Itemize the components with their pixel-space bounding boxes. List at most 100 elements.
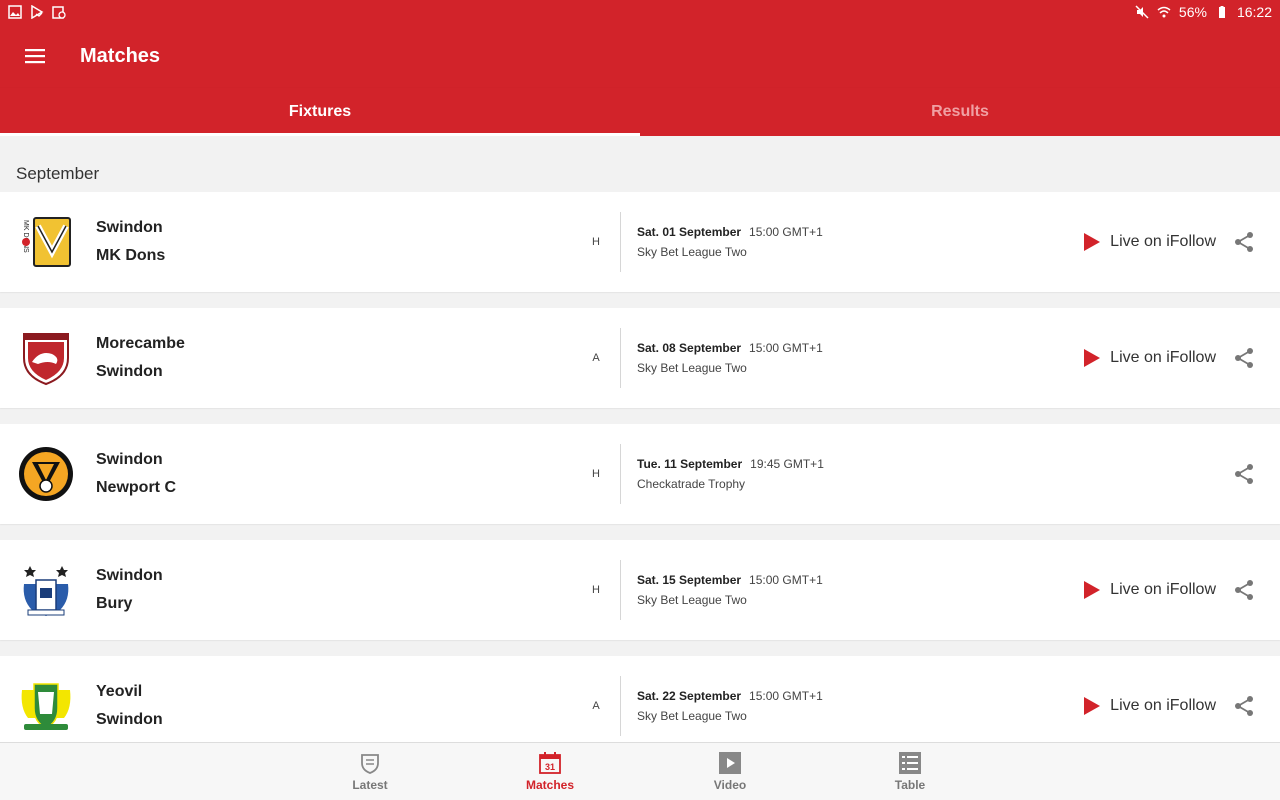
play-icon — [1084, 349, 1101, 367]
status-time: 16:22 — [1236, 4, 1272, 20]
live-label: Live on iFollow — [1110, 697, 1216, 714]
live-label: Live on iFollow — [1110, 233, 1216, 250]
away-team: Bury — [96, 595, 133, 612]
home-team: Swindon — [96, 451, 163, 468]
venue-indicator: H — [592, 468, 600, 480]
gallery-notification-icon — [8, 5, 22, 19]
nav-label: Video — [713, 777, 747, 792]
svg-text:MK DONS: MK DONS — [22, 220, 29, 253]
home-team: Swindon — [96, 567, 163, 584]
live-on-ifollow-button[interactable]: Live on iFollow — [1084, 349, 1216, 367]
nav-latest[interactable]: Latest — [280, 743, 460, 800]
nav-label: Matches — [525, 777, 575, 792]
competition: Sky Bet League Two — [637, 245, 747, 259]
live-on-ifollow-button[interactable]: Live on iFollow — [1084, 581, 1216, 599]
divider — [620, 444, 621, 504]
venue-indicator: A — [592, 352, 600, 364]
table-list-icon — [899, 751, 921, 774]
play-icon — [1084, 581, 1101, 599]
match-info: Sat. 22 September 15:00 GMT+1 Sky Bet Lea… — [637, 689, 1037, 723]
match-info: Sat. 01 September 15:00 GMT+1 Sky Bet Lea… — [637, 225, 1037, 259]
home-team: Morecambe — [96, 335, 185, 352]
nav-label: Table — [894, 777, 926, 792]
share-icon[interactable] — [1232, 462, 1256, 486]
divider — [620, 676, 621, 736]
teams: Swindon Bury — [96, 567, 576, 613]
teams: Swindon Newport C — [96, 451, 576, 497]
share-icon[interactable] — [1232, 694, 1256, 718]
play-icon — [1084, 697, 1101, 715]
teams: Yeovil Swindon — [96, 683, 576, 729]
competition: Checkatrade Trophy — [637, 477, 746, 491]
morecambe-crest-icon — [18, 330, 74, 386]
match-time: 19:45 GMT+1 — [750, 457, 824, 471]
bottom-navigation: Latest 31 Matches Video Table — [0, 742, 1280, 800]
match-info: Sat. 08 September 15:00 GMT+1 Sky Bet Lea… — [637, 341, 1037, 375]
fixtures-list[interactable]: September MK DONS Swindon MK Dons H Sat.… — [0, 136, 1280, 742]
battery-percent: 56% — [1178, 4, 1207, 20]
match-date: Sat. 22 September — [637, 689, 742, 703]
away-team: Newport C — [96, 479, 176, 496]
match-info: Sat. 15 September 15:00 GMT+1 Sky Bet Lea… — [637, 573, 1037, 607]
share-icon[interactable] — [1232, 578, 1256, 602]
teams: Swindon MK Dons — [96, 219, 576, 265]
venue-indicator: A — [592, 700, 600, 712]
nav-video[interactable]: Video — [640, 743, 820, 800]
match-row[interactable]: Morecambe Swindon A Sat. 08 September 15:… — [0, 308, 1280, 408]
mute-icon — [1135, 5, 1149, 19]
yeovil-town-crest-icon — [18, 678, 74, 734]
venue-indicator: H — [592, 584, 600, 596]
away-team: MK Dons — [96, 247, 166, 264]
away-team: Swindon — [96, 711, 163, 728]
live-on-ifollow-button[interactable]: Live on iFollow — [1084, 697, 1216, 715]
status-system: 56% 16:22 — [1135, 4, 1272, 20]
bury-crest-icon — [18, 562, 74, 618]
tab-results[interactable]: Results — [640, 88, 1280, 136]
calendar-icon: 31 — [539, 751, 561, 774]
match-date: Sat. 08 September — [637, 341, 742, 355]
calendar-day: 31 — [545, 762, 555, 772]
home-team: Yeovil — [96, 683, 143, 700]
competition: Sky Bet League Two — [637, 593, 747, 607]
mk-dons-crest-icon: MK DONS — [18, 214, 74, 270]
status-notifications — [8, 5, 66, 19]
teams: Morecambe Swindon — [96, 335, 576, 381]
match-time: 15:00 GMT+1 — [749, 689, 823, 703]
competition: Sky Bet League Two — [637, 361, 747, 375]
divider — [620, 560, 621, 620]
home-team: Swindon — [96, 219, 163, 236]
newport-county-crest-icon — [18, 446, 74, 502]
match-row[interactable]: Yeovil Swindon A Sat. 22 September 15:00 … — [0, 656, 1280, 742]
live-label: Live on iFollow — [1110, 349, 1216, 366]
match-row[interactable]: Swindon Newport C H Tue. 11 September 19:… — [0, 424, 1280, 524]
match-time: 15:00 GMT+1 — [749, 341, 823, 355]
match-row[interactable]: MK DONS Swindon MK Dons H Sat. 01 Septem… — [0, 192, 1280, 292]
match-time: 15:00 GMT+1 — [749, 573, 823, 587]
calendar-notification-icon — [52, 6, 66, 19]
match-date: Tue. 11 September — [637, 457, 743, 471]
share-icon[interactable] — [1232, 346, 1256, 370]
month-header: September — [0, 136, 1280, 192]
away-team: Swindon — [96, 363, 163, 380]
menu-button[interactable] — [0, 24, 72, 88]
battery-icon — [1218, 6, 1225, 18]
live-on-ifollow-button[interactable]: Live on iFollow — [1084, 233, 1216, 251]
status-bar: 56% 16:22 — [0, 0, 1280, 24]
match-date: Sat. 15 September — [637, 573, 742, 587]
app-bar: Matches — [0, 24, 1280, 88]
page-title: Matches — [80, 44, 161, 67]
match-time: 15:00 GMT+1 — [749, 225, 823, 239]
nav-table[interactable]: Table — [820, 743, 1000, 800]
wifi-icon — [1157, 6, 1171, 18]
tab-fixtures[interactable]: Fixtures — [0, 88, 640, 136]
video-play-icon — [719, 751, 741, 774]
nav-label: Latest — [352, 777, 388, 792]
swindon-crest-icon — [361, 753, 379, 774]
share-icon[interactable] — [1232, 230, 1256, 254]
match-row[interactable]: Swindon Bury H Sat. 15 September 15:00 GM… — [0, 540, 1280, 640]
nav-matches[interactable]: 31 Matches — [460, 743, 640, 800]
divider — [620, 328, 621, 388]
match-info: Tue. 11 September 19:45 GMT+1 Checkatrade… — [637, 457, 1037, 491]
play-store-notification-icon — [31, 5, 44, 19]
venue-indicator: H — [592, 236, 600, 248]
